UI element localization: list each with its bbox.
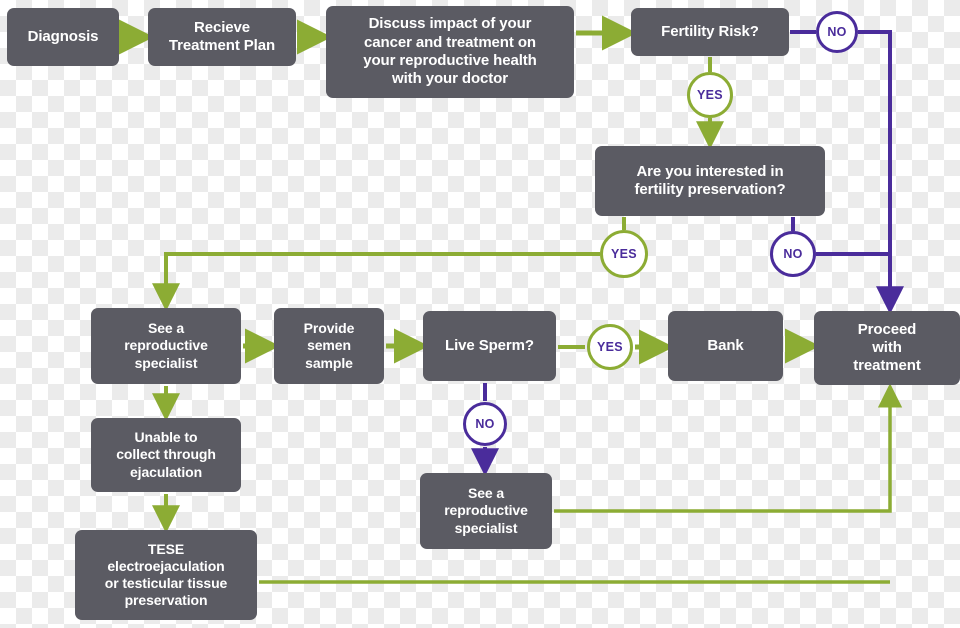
node-label: TESE electroejaculation or testicular ti… [104,540,228,609]
decision-interested-yes[interactable]: YES [600,230,648,278]
node-provide-semen-sample[interactable]: Provide semen sample [274,308,384,384]
node-unable-to-collect[interactable]: Unable to collect through ejaculation [91,418,241,492]
node-label: Bank [707,336,744,354]
node-label: Are you interested in fertility preserva… [634,162,786,198]
node-label: Recieve Treatment Plan [168,18,276,54]
node-tese-preservation[interactable]: TESE electroejaculation or testicular ti… [75,530,257,620]
flowchart-canvas: Diagnosis Recieve Treatment Plan Discuss… [0,0,960,628]
node-treatment-plan[interactable]: Recieve Treatment Plan [148,8,296,66]
node-label: Provide semen sample [303,320,355,371]
node-see-reproductive-specialist-1[interactable]: See a reproductive specialist [91,308,241,384]
node-see-reproductive-specialist-2[interactable]: See a reproductive specialist [420,473,552,549]
decision-label: YES [597,340,623,354]
node-fertility-risk[interactable]: Fertility Risk? [631,8,789,56]
decision-live-sperm-yes[interactable]: YES [587,324,633,370]
node-bank[interactable]: Bank [668,311,783,381]
edge-yes-to-see-specialist [152,252,600,312]
node-label: See a reproductive specialist [444,485,528,536]
node-discuss-impact[interactable]: Discuss impact of your cancer and treatm… [326,6,574,98]
edge-no-to-proceed [858,30,904,315]
decision-fertility-risk-no[interactable]: NO [816,11,858,53]
decision-fertility-risk-yes[interactable]: YES [687,72,733,118]
node-diagnosis[interactable]: Diagnosis [7,8,119,66]
node-label: Discuss impact of your cancer and treatm… [363,15,537,88]
decision-live-sperm-no[interactable]: NO [463,402,507,446]
node-interested-in-preservation[interactable]: Are you interested in fertility preserva… [595,146,825,216]
decision-label: NO [783,247,803,261]
node-label: See a reproductive specialist [124,320,208,371]
node-label: Live Sperm? [445,336,534,354]
decision-interested-no[interactable]: NO [770,231,816,277]
edge-specialist2-to-proceed [554,383,903,513]
node-label: Diagnosis [27,27,99,45]
decision-label: YES [697,88,723,102]
decision-label: NO [475,417,495,431]
node-label: Unable to collect through ejaculation [116,429,216,480]
decision-label: NO [827,25,847,39]
node-live-sperm[interactable]: Live Sperm? [423,311,556,381]
node-proceed-with-treatment[interactable]: Proceed with treatment [814,311,960,385]
node-label: Proceed with treatment [853,320,921,375]
decision-label: YES [611,247,637,261]
node-label: Fertility Risk? [661,22,759,40]
